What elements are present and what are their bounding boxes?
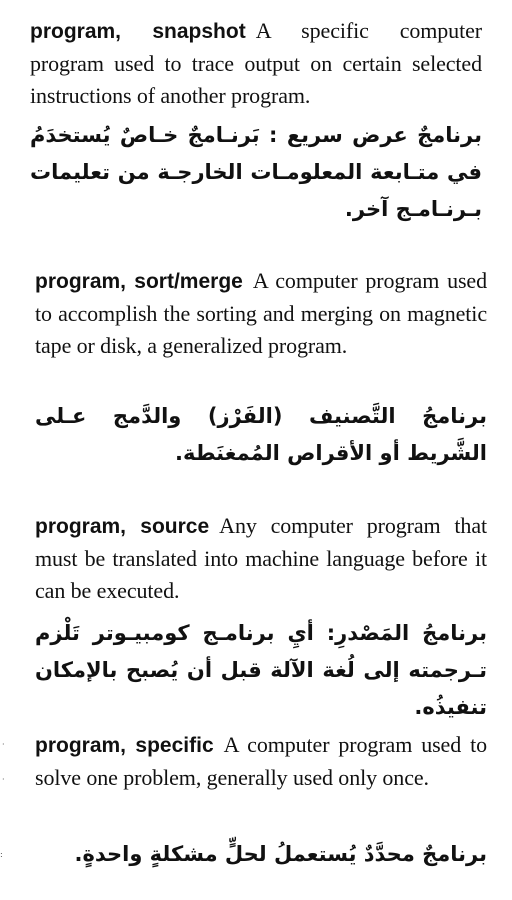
entry-term: program, sort/merge	[35, 270, 243, 293]
scan-artifact-mark: ·	[2, 740, 5, 749]
entry-arabic: برنامجٌ محدَّدٌ يُستعملُ لحلٍّ مشكلةٍ وا…	[74, 842, 487, 866]
scan-artifact-mark: ·	[2, 775, 5, 784]
entry-english: program, snapshot A specific computer pro…	[30, 15, 482, 112]
entry-term: program, specific	[35, 734, 214, 757]
entry-english: program, specific A computer program used…	[35, 729, 487, 794]
entry-arabic: برنامجٌ عرض سريع : بَرنـامجٌ خـاصٌ يُستخ…	[30, 123, 482, 221]
entry-arabic: برنامجُ التَّصنيف (الفَرْز) والدَّمج عـل…	[35, 404, 487, 465]
entry-term: program, snapshot	[30, 20, 246, 43]
scan-artifact-mark: :	[0, 850, 3, 859]
entry-arabic: برنامجُ المَصْدرِ: أيِ برنامـج كومبيـوتر…	[35, 621, 487, 719]
entry-term: program, source	[35, 515, 210, 538]
dictionary-page: program, snapshot A specific computer pro…	[0, 0, 512, 900]
entry-english: program, sort/merge A computer program us…	[35, 265, 487, 362]
entry-english: program, source Any computer program that…	[35, 510, 487, 607]
